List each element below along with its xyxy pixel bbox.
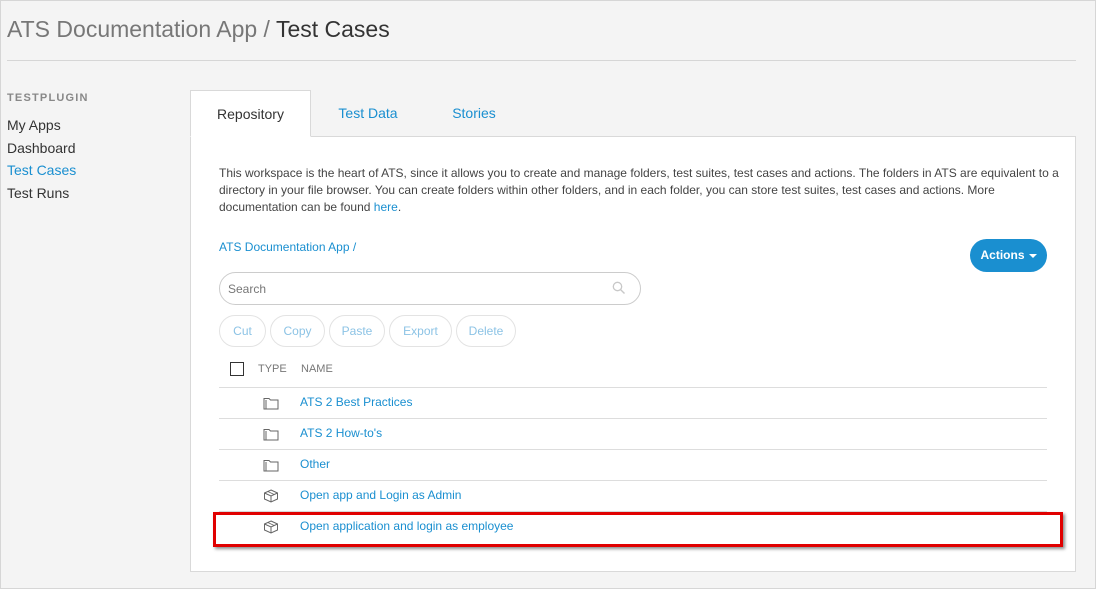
row-name[interactable]: ATS 2 Best Practices xyxy=(300,395,412,409)
page-title: Test Cases xyxy=(275,16,390,42)
search-input[interactable] xyxy=(228,281,598,297)
tab-stories[interactable]: Stories xyxy=(443,90,505,137)
documentation-link[interactable]: here xyxy=(374,200,398,214)
description-text: This workspace is the heart of ATS, sinc… xyxy=(219,166,1059,214)
folder-icon xyxy=(263,398,279,410)
table-header xyxy=(219,358,1047,388)
sidebar-item-my-apps[interactable]: My Apps xyxy=(7,114,177,137)
description-end: . xyxy=(397,200,402,214)
row-name[interactable]: ATS 2 How-to's xyxy=(300,426,382,440)
header-separator: / xyxy=(257,16,276,42)
actions-button-label: Actions xyxy=(980,248,1025,262)
folder-icon xyxy=(263,460,279,472)
breadcrumb[interactable]: ATS Documentation App / xyxy=(219,240,356,254)
cube-icon xyxy=(264,520,278,534)
table-row[interactable]: ATS 2 How-to's xyxy=(219,419,1047,450)
paste-button[interactable]: Paste xyxy=(329,315,385,347)
row-name[interactable]: Open app and Login as Admin xyxy=(300,488,461,502)
sidebar-section-title: TESTPLUGIN xyxy=(7,92,89,104)
select-all-checkbox[interactable] xyxy=(230,362,244,376)
folder-icon xyxy=(263,429,279,441)
sidebar-item-test-cases[interactable]: Test Cases xyxy=(7,159,177,182)
copy-button[interactable]: Copy xyxy=(270,315,325,347)
app-name[interactable]: ATS Documentation App xyxy=(7,16,257,42)
delete-button[interactable]: Delete xyxy=(456,315,516,347)
table-row[interactable]: Open application and login as employee xyxy=(219,512,1047,543)
table-row[interactable]: Open app and Login as Admin xyxy=(219,481,1047,512)
table-row[interactable]: Other xyxy=(219,450,1047,481)
search-box xyxy=(219,272,641,305)
cut-button[interactable]: Cut xyxy=(219,315,266,347)
sidebar-item-test-runs[interactable]: Test Runs xyxy=(7,182,177,205)
sidebar: TESTPLUGIN My Apps Dashboard Test Cases … xyxy=(7,90,177,204)
row-name[interactable]: Open application and login as employee xyxy=(300,519,513,533)
actions-button[interactable]: Actions xyxy=(970,239,1047,272)
row-name[interactable]: Other xyxy=(300,457,330,471)
search-icon[interactable] xyxy=(612,281,626,295)
tab-test-data[interactable]: Test Data xyxy=(328,90,408,137)
cube-icon xyxy=(264,489,278,503)
caret-down-icon xyxy=(1028,253,1037,258)
sidebar-item-dashboard[interactable]: Dashboard xyxy=(7,137,177,160)
tab-repository[interactable]: Repository xyxy=(190,90,311,137)
export-button[interactable]: Export xyxy=(389,315,452,347)
page-header: ATS Documentation App / Test Cases xyxy=(7,14,1076,61)
workspace-description: This workspace is the heart of ATS, sinc… xyxy=(219,165,1059,216)
table-row[interactable]: ATS 2 Best Practices xyxy=(219,388,1047,419)
column-header-name[interactable]: NAME xyxy=(301,363,333,375)
column-header-type: TYPE xyxy=(258,363,287,375)
